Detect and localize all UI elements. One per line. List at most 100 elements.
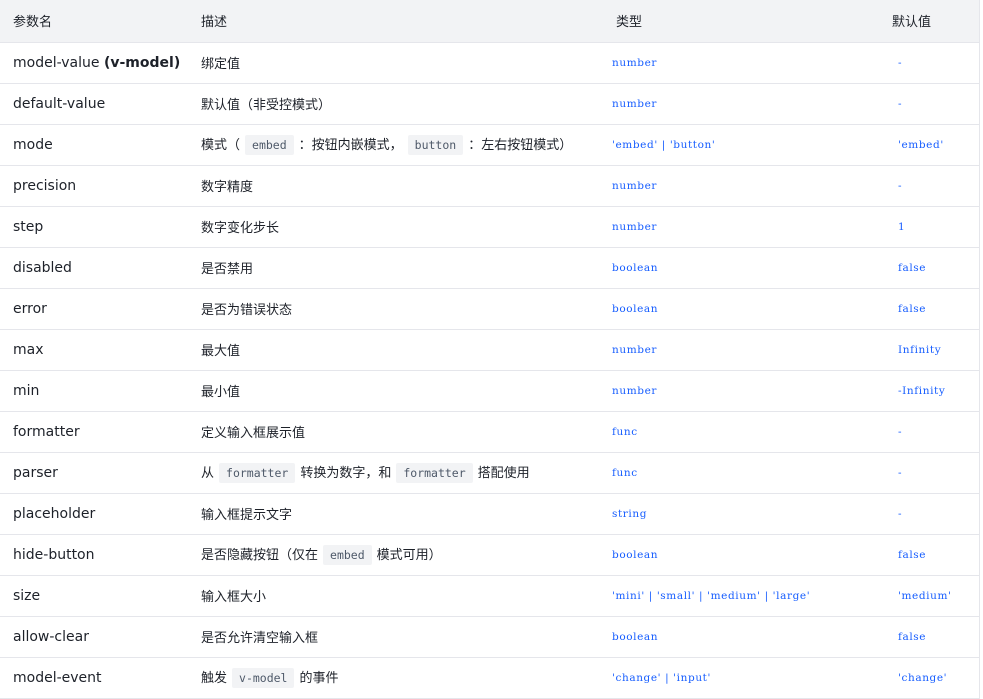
param-name: formatter [0, 411, 188, 453]
inline-code: formatter [396, 463, 473, 483]
param-name: hide-button [0, 534, 188, 576]
param-default: false [878, 288, 979, 330]
desc-text: 转换为数字，和 [300, 466, 392, 481]
param-name: mode [0, 124, 188, 166]
param-default: - [878, 83, 979, 125]
param-type: number [603, 329, 878, 371]
param-default: 'embed' [878, 124, 979, 166]
desc-text: ：左右按钮模式） [468, 138, 573, 153]
table-row: default-value 默认值（非受控模式） number - [0, 83, 979, 125]
param-name: disabled [0, 247, 188, 289]
table-row: model-event 触发 v-model 的事件 'change' | 'inp… [0, 657, 979, 699]
table-row: max 最大值 number Infinity [0, 329, 979, 371]
param-name: precision [0, 165, 188, 207]
param-default: Infinity [878, 329, 979, 371]
table-row: mode 模式（ embed ：按钮内嵌模式， button ：左右按钮模式） 'emb… [0, 124, 979, 166]
param-name: min [0, 370, 188, 412]
param-name: model-value [13, 54, 100, 71]
param-name-cell: model-value (v-model) [0, 42, 188, 84]
param-default: - [878, 411, 979, 453]
param-type: func [603, 411, 878, 453]
param-type: func [603, 452, 878, 494]
table-row: model-value (v-model) 绑定值 number - [0, 42, 979, 84]
param-description: 输入框提示文字 [188, 493, 603, 535]
param-type: number [603, 206, 878, 248]
table-row: placeholder 输入框提示文字 string - [0, 493, 979, 535]
param-type: string [603, 493, 878, 535]
table-row: hide-button 是否隐藏按钮（仅在 embed 模式可用） boolean … [0, 534, 979, 576]
table-body: model-value (v-model) 绑定值 number - defau… [0, 42, 979, 699]
param-default: 'medium' [878, 575, 979, 617]
param-default: false [878, 247, 979, 289]
param-type: number [603, 165, 878, 207]
param-name: placeholder [0, 493, 188, 535]
param-default: false [878, 616, 979, 658]
param-type: 'mini' | 'small' | 'medium' | 'large' [603, 575, 878, 617]
desc-text: 是否隐藏按钮（仅在 [201, 548, 319, 563]
param-default: - [878, 42, 979, 84]
param-description: 最小值 [188, 370, 603, 412]
desc-text: 触发 [201, 671, 228, 686]
table-row: size 输入框大小 'mini' | 'small' | 'medium' |… [0, 575, 979, 617]
param-description: 定义输入框展示值 [188, 411, 603, 453]
param-description: 是否隐藏按钮（仅在 embed 模式可用） [188, 534, 603, 576]
inline-code: v-model [232, 668, 295, 688]
header-type: 类型 [603, 0, 878, 43]
param-type: number [603, 370, 878, 412]
param-default: 'change' [878, 657, 979, 699]
param-type: number [603, 42, 878, 84]
param-description: 默认值（非受控模式） [188, 83, 603, 125]
param-name: size [0, 575, 188, 617]
desc-text: 模式（ [201, 138, 241, 153]
param-description: 是否为错误状态 [188, 288, 603, 330]
desc-text: 从 [201, 466, 215, 481]
param-name: step [0, 206, 188, 248]
param-name: default-value [0, 83, 188, 125]
inline-code: formatter [219, 463, 296, 483]
table-row: allow-clear 是否允许清空输入框 boolean false [0, 616, 979, 658]
param-default: 1 [878, 206, 979, 248]
param-type: 'embed' | 'button' [603, 124, 878, 166]
table-row: error 是否为错误状态 boolean false [0, 288, 979, 330]
param-default: -Infinity [878, 370, 979, 412]
table-row: formatter 定义输入框展示值 func - [0, 411, 979, 453]
param-default: - [878, 165, 979, 207]
param-name: max [0, 329, 188, 371]
param-description: 触发 v-model 的事件 [188, 657, 603, 699]
param-name-suffix: (v-model) [103, 54, 181, 71]
param-default: - [878, 493, 979, 535]
table-row: disabled 是否禁用 boolean false [0, 247, 979, 289]
inline-code: button [407, 135, 464, 155]
props-table: 参数名 描述 类型 默认值 model-value (v-model) 绑定值 … [0, 0, 979, 699]
desc-text: ：按钮内嵌模式， [298, 138, 403, 153]
param-description: 绑定值 [188, 42, 603, 84]
param-default: false [878, 534, 979, 576]
desc-text: 模式可用） [376, 548, 442, 563]
table-row: min 最小值 number -Infinity [0, 370, 979, 412]
header-row: 参数名 描述 类型 默认值 [0, 0, 979, 43]
table-header: 参数名 描述 类型 默认值 [0, 0, 979, 43]
param-type: boolean [603, 247, 878, 289]
param-default: - [878, 452, 979, 494]
inline-code: embed [245, 135, 294, 155]
param-description: 是否允许清空输入框 [188, 616, 603, 658]
param-type: boolean [603, 534, 878, 576]
desc-text: 搭配使用 [477, 466, 530, 481]
header-default: 默认值 [878, 0, 979, 43]
param-type: 'change' | 'input' [603, 657, 878, 699]
param-description: 模式（ embed ：按钮内嵌模式， button ：左右按钮模式） [188, 124, 603, 166]
param-name: model-event [0, 657, 188, 699]
table-row: precision 数字精度 number - [0, 165, 979, 207]
desc-text: 的事件 [299, 671, 339, 686]
param-type: boolean [603, 288, 878, 330]
table-row: parser 从 formatter 转换为数字，和 formatter 搭配使用 fu… [0, 452, 979, 494]
param-description: 从 formatter 转换为数字，和 formatter 搭配使用 [188, 452, 603, 494]
param-description: 最大值 [188, 329, 603, 371]
inline-code: embed [323, 545, 372, 565]
param-name: error [0, 288, 188, 330]
param-description: 数字变化步长 [188, 206, 603, 248]
header-param-name: 参数名 [0, 0, 188, 43]
param-name: parser [0, 452, 188, 494]
param-type: boolean [603, 616, 878, 658]
props-table-container: 参数名 描述 类型 默认值 model-value (v-model) 绑定值 … [0, 0, 980, 699]
